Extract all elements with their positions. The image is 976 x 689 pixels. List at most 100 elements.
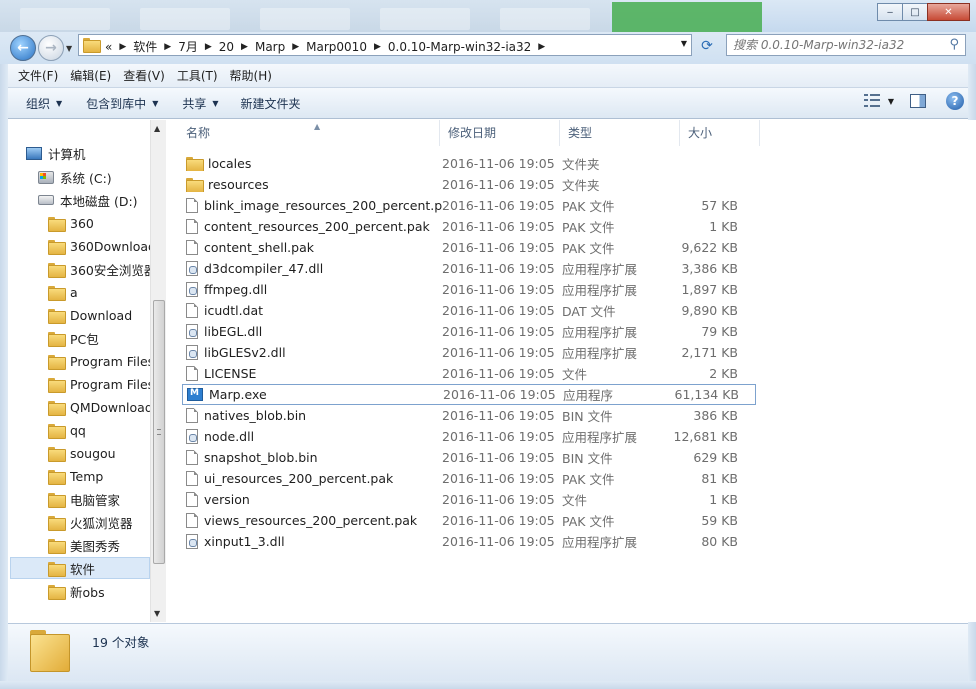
file-row[interactable]: views_resources_200_percent.pak 2016-11-0… (182, 510, 756, 531)
nav-item-system-drive[interactable]: 系统 (C:) (38, 166, 112, 188)
file-row[interactable]: d3dcompiler_47.dll 2016-11-06 19:05 应用程序扩展… (182, 258, 756, 279)
file-name-cell: Marp.exe (183, 387, 443, 402)
breadcrumb-item[interactable]: 软件 (129, 38, 161, 55)
nav-folder-item[interactable]: QMDownload (48, 396, 153, 418)
file-row[interactable]: version 2016-11-06 19:05 文件 1 KB (182, 489, 756, 510)
file-icon (186, 303, 198, 318)
menu-item[interactable]: 工具(T) (171, 67, 224, 84)
file-row[interactable]: LICENSE 2016-11-06 19:05 文件 2 KB (182, 363, 756, 384)
preview-pane-button[interactable] (910, 94, 926, 108)
file-row[interactable]: content_shell.pak 2016-11-06 19:05 PAK 文件 9… (182, 237, 756, 258)
file-type: PAK 文件 (562, 472, 615, 487)
breadcrumb-separator-icon[interactable]: ▶ (238, 42, 251, 52)
nav-folder-item[interactable]: 软件 (10, 557, 150, 579)
change-view-button[interactable]: ▼ (863, 94, 894, 108)
file-row[interactable]: ffmpeg.dll 2016-11-06 19:05 应用程序扩展 1,897 KB (182, 279, 756, 300)
file-row[interactable]: Marp.exe 2016-11-06 19:05 应用程序 61,134 KB (182, 384, 756, 405)
menu-item[interactable]: 查看(V) (117, 67, 171, 84)
breadcrumb-separator-icon[interactable]: ▶ (289, 42, 302, 52)
nav-folder-item[interactable]: sougou (48, 442, 116, 464)
nav-folder-item[interactable]: qq (48, 419, 86, 441)
breadcrumb-item[interactable]: Marp (251, 40, 289, 54)
file-row[interactable]: ui_resources_200_percent.pak 2016-11-06 1… (182, 468, 756, 489)
column-header-name[interactable]: 名称 ▲ (178, 120, 440, 146)
scroll-up-arrow[interactable]: ▲ (154, 124, 160, 133)
file-name-cell: natives_blob.bin (182, 408, 442, 423)
maximize-button[interactable]: □ (902, 3, 928, 21)
file-row[interactable]: libGLESv2.dll 2016-11-06 19:05 应用程序扩展 2,171… (182, 342, 756, 363)
breadcrumb-item[interactable]: 20 (215, 40, 238, 54)
nav-folder-item[interactable]: 电脑管家 (48, 488, 120, 510)
menu-item[interactable]: 帮助(H) (224, 67, 278, 84)
nav-folder-item[interactable]: 美图秀秀 (48, 534, 120, 556)
breadcrumb-separator-icon[interactable]: ▶ (116, 42, 129, 52)
scroll-down-arrow[interactable]: ▼ (154, 609, 160, 618)
search-box[interactable]: ⚲ (726, 34, 966, 56)
menu-item[interactable]: 编辑(E) (64, 67, 117, 84)
include-in-library-button[interactable]: 包含到库中 ▼ (78, 91, 166, 115)
breadcrumb-separator-icon[interactable]: ▶ (161, 42, 174, 52)
breadcrumb-separator-icon[interactable]: ▶ (202, 42, 215, 52)
search-icon[interactable]: ⚲ (949, 37, 959, 52)
nav-folder-item[interactable]: 360安全浏览器 (48, 258, 156, 280)
nav-pane-scrollbar[interactable]: ▲ ▼ (150, 120, 166, 622)
refresh-button[interactable]: ⟳ (696, 36, 718, 56)
breadcrumb-overflow[interactable]: « (101, 40, 116, 54)
close-button[interactable]: ✕ (927, 3, 970, 21)
nav-item-label: a (70, 284, 78, 300)
file-row[interactable]: locales 2016-11-06 19:05 文件夹 (182, 153, 756, 174)
breadcrumb-separator-icon[interactable]: ▶ (371, 42, 384, 52)
nav-folder-item[interactable]: 360Download (48, 235, 156, 257)
column-header-date[interactable]: 修改日期 (440, 120, 560, 146)
column-header-size[interactable]: 大小 (680, 120, 760, 146)
nav-folder-item[interactable]: Download (48, 304, 132, 326)
file-size: 1 KB (709, 219, 738, 234)
breadcrumb-item[interactable]: Marp0010 (302, 40, 371, 54)
file-row[interactable]: snapshot_blob.bin 2016-11-06 19:05 BIN 文件 6… (182, 447, 756, 468)
help-button[interactable]: ? (946, 92, 964, 110)
organize-button[interactable]: 组织 ▼ (18, 91, 70, 115)
file-row[interactable]: blink_image_resources_200_percent.p... 20… (182, 195, 756, 216)
column-header-type[interactable]: 类型 (560, 120, 680, 146)
nav-item-label: 系统 (C:) (60, 170, 112, 186)
file-name-cell: libEGL.dll (182, 324, 442, 339)
folder-icon (48, 584, 66, 600)
minimize-button[interactable]: ‒ (877, 3, 903, 21)
nav-item-local-drive[interactable]: 本地磁盘 (D:) (38, 189, 138, 211)
recent-pages-dropdown[interactable]: ▼ (66, 44, 72, 53)
file-row[interactable]: natives_blob.bin 2016-11-06 19:05 BIN 文件 38… (182, 405, 756, 426)
nav-folder-item[interactable]: Program Files (48, 350, 154, 372)
share-button[interactable]: 共享 ▼ (174, 91, 226, 115)
nav-folder-item[interactable]: 新obs (48, 580, 105, 602)
file-row[interactable]: icudtl.dat 2016-11-06 19:05 DAT 文件 9,890 KB (182, 300, 756, 321)
breadcrumb-item[interactable]: 7月 (174, 38, 202, 55)
breadcrumb-separator-icon[interactable]: ▶ (535, 42, 548, 52)
file-row[interactable]: libEGL.dll 2016-11-06 19:05 应用程序扩展 79 KB (182, 321, 756, 342)
nav-folder-item[interactable]: a (48, 281, 78, 303)
file-type: PAK 文件 (562, 241, 615, 256)
file-name-cell: version (182, 492, 442, 507)
new-folder-label: 新建文件夹 (240, 96, 301, 111)
nav-item-label: 电脑管家 (70, 492, 121, 508)
search-input[interactable] (733, 36, 938, 54)
menu-item[interactable]: 文件(F) (12, 67, 64, 84)
back-button[interactable]: ← (10, 35, 36, 61)
file-row[interactable]: content_resources_200_percent.pak 2016-11… (182, 216, 756, 237)
scrollbar-thumb[interactable] (153, 300, 165, 564)
nav-folder-item[interactable]: 火狐浏览器 (48, 511, 133, 533)
breadcrumb-item[interactable]: 0.0.10-Marp-win32-ia32 (384, 40, 535, 54)
nav-folder-item[interactable]: 360 (48, 212, 94, 234)
file-row[interactable]: resources 2016-11-06 19:05 文件夹 (182, 174, 756, 195)
nav-folder-item[interactable]: Temp (48, 465, 103, 487)
address-bar[interactable]: « ▶ 软件 ▶ 7月 ▶ 20 ▶ Marp ▶ Marp0010 ▶ 0.0.10-Marp-wi… (78, 34, 692, 56)
nav-item-computer[interactable]: 计算机 (26, 142, 86, 164)
address-history-dropdown[interactable]: ▼ (681, 39, 687, 48)
nav-folder-item[interactable]: Program Files (48, 373, 154, 395)
nav-folder-item[interactable]: PC包 (48, 327, 99, 349)
file-row[interactable]: xinput1_3.dll 2016-11-06 19:05 应用程序扩展 80 KB (182, 531, 756, 552)
background-tab (140, 8, 230, 30)
file-row[interactable]: node.dll 2016-11-06 19:05 应用程序扩展 12,681 KB (182, 426, 756, 447)
new-folder-button[interactable]: 新建文件夹 (233, 91, 309, 115)
file-date: 2016-11-06 19:05 (442, 198, 555, 213)
forward-button[interactable]: → (38, 35, 64, 61)
